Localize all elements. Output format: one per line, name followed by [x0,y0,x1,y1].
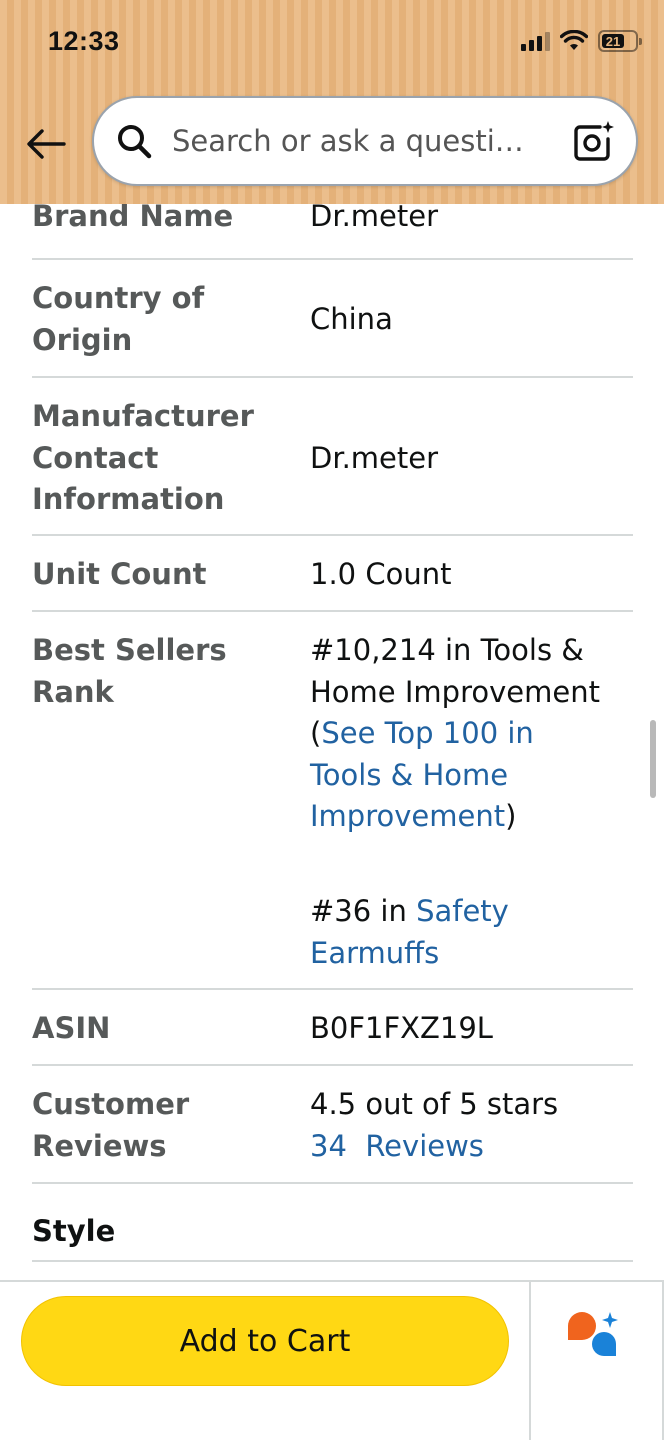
rank-text-suffix: ) [505,799,517,833]
spec-row-country: Country of Origin China [32,260,633,378]
rating-text: 4.5 out of 5 stars [310,1087,559,1121]
spec-value: Dr.meter [310,204,439,233]
see-top-100-link[interactable]: See Top 100 in Tools & Home Improvement [310,716,534,833]
camera-icon[interactable] [570,119,614,163]
add-to-cart-button[interactable]: Add to Cart [21,1296,509,1386]
wifi-icon [560,30,588,50]
spec-label: ASIN [32,1011,111,1045]
battery-icon: 21 [598,30,642,52]
search-input[interactable] [172,124,560,158]
spec-label: Brand Name [32,204,234,233]
spec-value: Dr.meter [310,441,439,475]
spec-row-unit-count: Unit Count 1.0 Count [32,536,633,612]
scrollbar[interactable] [650,720,656,798]
back-button[interactable] [24,122,68,166]
rank-sub-text: #36 in [310,894,417,928]
status-icons: 21 [521,30,642,52]
spec-label: Country of Origin [32,281,205,357]
battery-level: 21 [602,34,624,48]
arrow-left-icon [27,129,66,159]
spec-label: Customer Reviews [32,1087,190,1163]
search-bar[interactable] [92,96,638,186]
rufus-chat-icon[interactable] [566,1310,622,1358]
spec-value: B0F1FXZ19L [310,1011,493,1045]
spec-value: China [310,302,393,336]
spec-row-manufacturer: Manufacturer Contact Information Dr.mete… [32,378,633,536]
spec-row-asin: ASIN B0F1FXZ19L [32,990,633,1066]
reviews-link[interactable]: 34 Reviews [310,1126,620,1168]
cellular-signal-icon [521,31,550,51]
spec-value: 1.0 Count [310,557,452,591]
bottom-action-bar: Add to Cart [0,1280,664,1440]
spec-label: Unit Count [32,557,207,591]
status-time: 12:33 [48,26,120,56]
divider [529,1282,531,1440]
search-icon [118,125,152,159]
rank-sub: #36 in Safety Earmuffs [310,891,550,974]
spec-label: Best Sellers Rank [32,633,227,709]
product-details: Brand Name Dr.meter Country of Origin Ch… [0,204,664,1280]
rank-main: #10,214 in Tools & Home Improvement (See… [310,630,610,838]
spec-row-brand: Brand Name Dr.meter [32,204,633,260]
style-heading: Style [32,1214,116,1248]
spec-row-best-sellers-rank: Best Sellers Rank #10,214 in Tools & Hom… [32,612,633,990]
app-header: 12:33 21 [0,0,664,204]
spec-label: Manufacturer Contact Information [32,399,254,516]
style-section[interactable]: Style [32,1184,633,1262]
spec-row-customer-reviews: Customer Reviews 4.5 out of 5 stars 34 R… [32,1066,633,1184]
